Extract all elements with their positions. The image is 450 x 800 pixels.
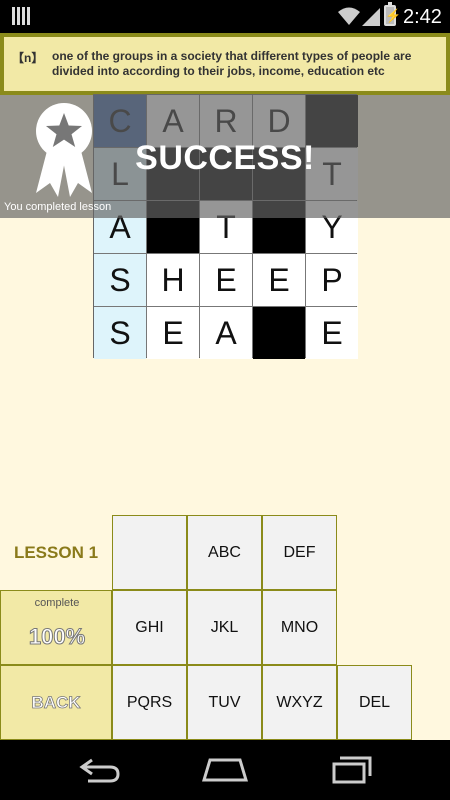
key-del[interactable]: DEL [337,665,412,740]
status-clock: 2:42 [403,6,442,28]
success-subtitle: You completed lesson [4,201,112,213]
clue-text: one of the groups in a society that diff… [52,49,412,78]
grid-cell[interactable]: P [306,254,358,306]
grid-cell[interactable]: E [253,254,305,306]
recents-nav-icon[interactable] [330,754,374,786]
key-blank[interactable] [112,515,187,590]
signal-icon [362,8,380,26]
status-bar: ⚡ 2:42 [0,0,450,33]
key-def[interactable]: DEF [262,515,337,590]
grid-cell[interactable]: A [200,307,252,359]
key-jkl[interactable]: JKL [187,590,262,665]
part-of-speech: 【n】 [12,51,44,65]
key-mno[interactable]: MNO [262,590,337,665]
success-title: SUCCESS! [135,139,315,177]
completion-value: 100% [28,624,86,650]
grid-cell[interactable]: E [200,254,252,306]
wifi-icon [338,7,360,25]
grid-cell-blocked[interactable] [253,307,305,359]
key-pqrs[interactable]: PQRS [112,665,187,740]
lesson-label: LESSON 1 [13,542,99,562]
grid-cell[interactable]: H [147,254,199,306]
grid-cell[interactable]: E [306,307,358,359]
notification-icon [12,7,30,25]
completion-label: complete [34,597,80,609]
home-nav-icon[interactable] [202,754,248,786]
back-button[interactable]: BACK [0,665,112,740]
grid-cell[interactable]: E [147,307,199,359]
clue-banner: 【n】 one of the groups in a society that … [0,33,450,95]
grid-cell[interactable]: S [94,254,146,306]
key-abc[interactable]: ABC [187,515,262,590]
grid-cell[interactable]: S [94,307,146,359]
key-wxyz[interactable]: WXYZ [262,665,337,740]
completion-panel: complete 100% [0,590,112,665]
key-ghi[interactable]: GHI [112,590,187,665]
nav-bar [0,740,450,800]
battery-icon: ⚡ [384,2,401,26]
back-nav-icon[interactable] [78,754,122,786]
success-overlay: SUCCESS! You completed lesson [0,95,450,218]
key-tuv[interactable]: TUV [187,665,262,740]
